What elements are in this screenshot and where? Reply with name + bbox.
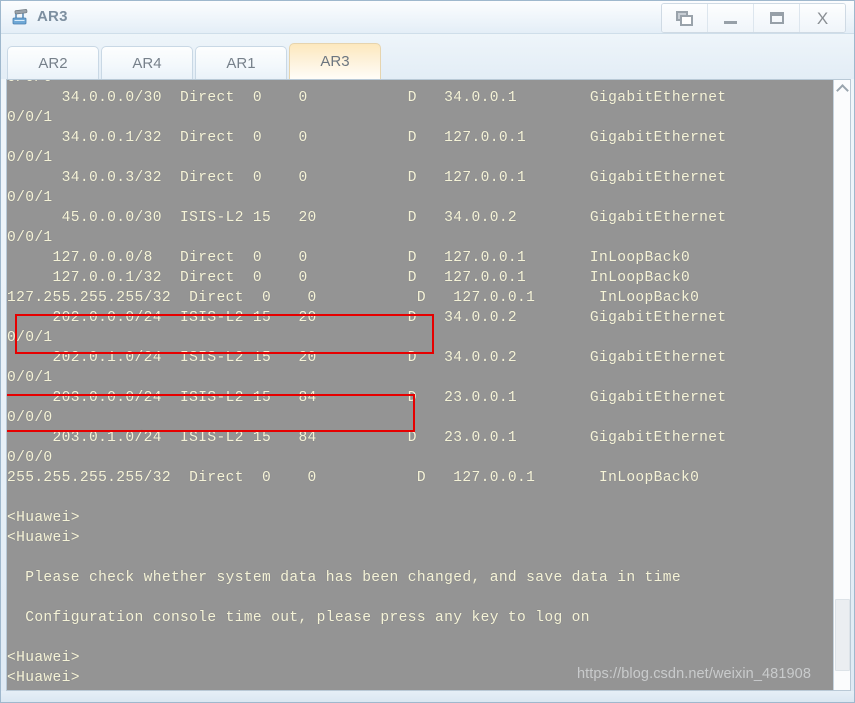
restore-button[interactable] (662, 4, 708, 32)
tab-ar2[interactable]: AR2 (7, 46, 99, 79)
tab-label: AR2 (38, 54, 68, 72)
close-icon: X (816, 8, 829, 28)
tab-label: AR1 (226, 54, 256, 72)
minimize-icon (724, 20, 737, 24)
title-bar-left: AR3 (11, 5, 68, 29)
window-title: AR3 (37, 8, 68, 25)
router-icon (11, 7, 31, 27)
terminal-panel[interactable]: 0/0/0 34.0.0.0/30 Direct 0 0 D 34.0.0.1 … (6, 79, 851, 691)
status-bar (1, 691, 854, 702)
title-bar: AR3 X (1, 1, 854, 34)
vertical-scrollbar[interactable] (833, 80, 850, 690)
restore-icon (675, 10, 694, 26)
minimize-button[interactable] (708, 4, 754, 32)
ensp-console-window: AR3 X AR2 AR4 AR1 AR3 34.0.0.0/30 Direct… (0, 0, 855, 703)
maximize-button[interactable] (754, 4, 800, 32)
device-tab-bar: AR2 AR4 AR1 AR3 (1, 34, 854, 79)
tab-ar3[interactable]: AR3 (289, 43, 381, 79)
tab-label: AR3 (320, 53, 350, 70)
close-button[interactable]: X (800, 4, 845, 32)
chevron-up-icon (836, 83, 849, 97)
tab-label: AR4 (132, 54, 162, 72)
tab-ar1[interactable]: AR1 (195, 46, 287, 79)
maximize-icon (769, 12, 784, 24)
tab-ar4[interactable]: AR4 (101, 46, 193, 79)
scroll-up-button[interactable] (834, 80, 850, 97)
watermark: https://blog.csdn.net/weixin_481908 (576, 666, 811, 682)
scrollbar-thumb[interactable] (835, 599, 850, 671)
terminal-output: 0/0/0 34.0.0.0/30 Direct 0 0 D 34.0.0.1 … (7, 80, 727, 686)
window-controls: X (661, 3, 846, 33)
terminal-viewport[interactable]: 0/0/0 34.0.0.0/30 Direct 0 0 D 34.0.0.1 … (7, 80, 833, 690)
